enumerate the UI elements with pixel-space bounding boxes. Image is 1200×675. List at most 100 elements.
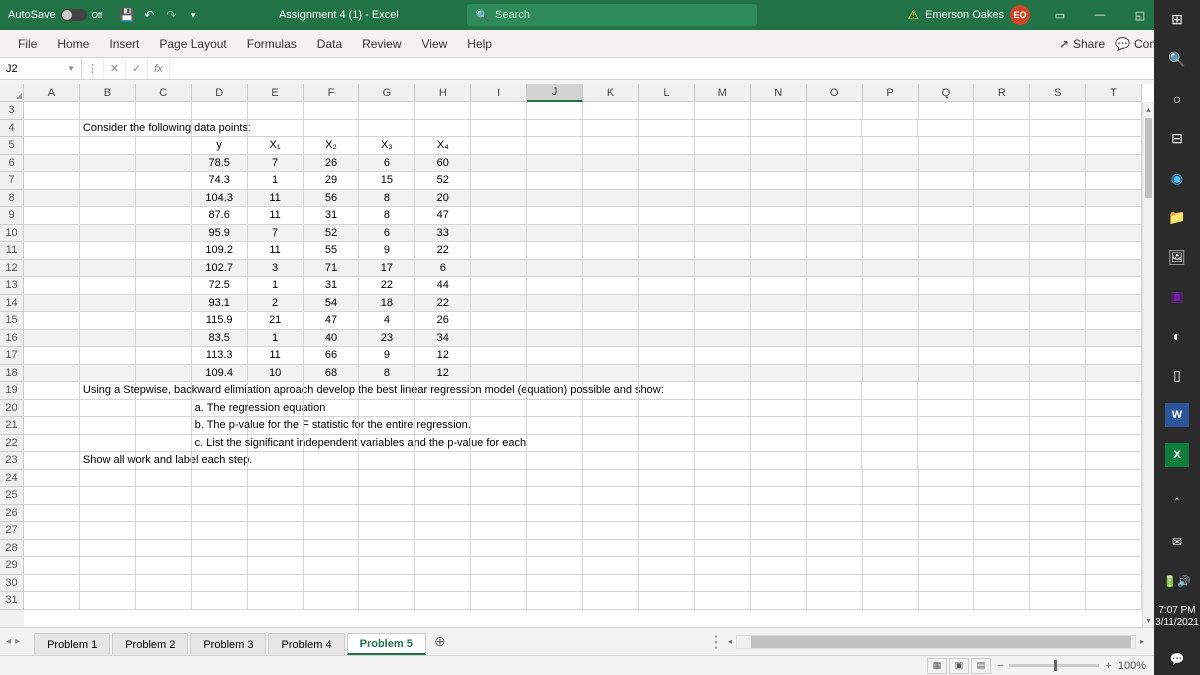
- cell-M22[interactable]: [695, 435, 751, 453]
- cell-R21[interactable]: [974, 417, 1030, 435]
- cell-G10[interactable]: 6: [359, 225, 415, 243]
- row-header-23[interactable]: 23: [0, 452, 24, 470]
- cortana-icon[interactable]: ○: [1161, 83, 1193, 115]
- cell-Q25[interactable]: [919, 487, 975, 505]
- row-header-22[interactable]: 22: [0, 435, 24, 453]
- ribbon-display-icon[interactable]: ▭: [1040, 0, 1080, 30]
- cell-T9[interactable]: [1086, 207, 1142, 225]
- cell-I20[interactable]: [471, 400, 527, 418]
- cell-G7[interactable]: 15: [359, 172, 415, 190]
- cell-S30[interactable]: [1030, 575, 1086, 593]
- cell-K13[interactable]: [583, 277, 639, 295]
- cell-T24[interactable]: [1086, 470, 1142, 488]
- cell-I9[interactable]: [471, 207, 527, 225]
- cell-C27[interactable]: [136, 522, 192, 540]
- autosave-toggle[interactable]: AutoSave Off: [0, 9, 110, 21]
- row-header-3[interactable]: 3: [0, 102, 24, 120]
- cell-K19[interactable]: [583, 382, 639, 400]
- chrome-icon[interactable]: ◐: [1161, 321, 1193, 353]
- scroll-left-icon[interactable]: ◂: [726, 637, 734, 646]
- row-header-13[interactable]: 13: [0, 277, 24, 295]
- cell-J20[interactable]: [527, 400, 583, 418]
- cell-C23[interactable]: [136, 452, 192, 470]
- ribbon-tab-help[interactable]: Help: [457, 30, 502, 57]
- cell-T18[interactable]: [1086, 365, 1142, 383]
- cell-O21[interactable]: [807, 417, 863, 435]
- cell-D20[interactable]: a. The regression equation: [192, 400, 248, 418]
- cell-Q16[interactable]: [919, 330, 975, 348]
- cell-P22[interactable]: [862, 435, 918, 453]
- cell-M9[interactable]: [695, 207, 751, 225]
- cell-J6[interactable]: [527, 155, 583, 173]
- cell-O8[interactable]: [807, 190, 863, 208]
- cell-P12[interactable]: [863, 260, 919, 278]
- cell-H14[interactable]: 22: [415, 295, 471, 313]
- cell-N19[interactable]: [751, 382, 807, 400]
- cell-D8[interactable]: 104.3: [192, 190, 248, 208]
- row-header-27[interactable]: 27: [0, 522, 24, 540]
- cell-M26[interactable]: [695, 505, 751, 523]
- cell-C4[interactable]: [136, 120, 192, 138]
- account-area[interactable]: ⚠ Emerson Oakes EO: [897, 5, 1040, 25]
- cell-C29[interactable]: [136, 557, 192, 575]
- cell-L27[interactable]: [639, 522, 695, 540]
- cell-M30[interactable]: [695, 575, 751, 593]
- cell-A23[interactable]: [24, 452, 80, 470]
- cell-P19[interactable]: [862, 382, 918, 400]
- cell-P11[interactable]: [863, 242, 919, 260]
- cell-O15[interactable]: [807, 312, 863, 330]
- cell-M7[interactable]: [695, 172, 751, 190]
- row-header-19[interactable]: 19: [0, 382, 24, 400]
- cell-I31[interactable]: [471, 592, 527, 610]
- cell-A27[interactable]: [24, 522, 80, 540]
- cell-F19[interactable]: [304, 382, 360, 400]
- cell-A4[interactable]: [24, 120, 80, 138]
- excel-icon[interactable]: X: [1161, 439, 1193, 471]
- cell-K6[interactable]: [583, 155, 639, 173]
- cell-D5[interactable]: y: [192, 137, 248, 155]
- cell-L22[interactable]: [639, 435, 695, 453]
- cell-C6[interactable]: [136, 155, 192, 173]
- cell-J27[interactable]: [527, 522, 583, 540]
- cell-Q24[interactable]: [919, 470, 975, 488]
- cell-A25[interactable]: [24, 487, 80, 505]
- name-box[interactable]: J2 ▼: [0, 58, 82, 79]
- page-break-icon[interactable]: ▤: [971, 658, 991, 674]
- row-header-11[interactable]: 11: [0, 242, 24, 260]
- task-app-icon[interactable]: ▯: [1161, 360, 1193, 392]
- cell-S3[interactable]: [1030, 102, 1086, 120]
- spreadsheet-grid[interactable]: ◢ ABCDEFGHIJKLMNOPQRST 34567891011121314…: [0, 84, 1154, 627]
- cell-I5[interactable]: [471, 137, 527, 155]
- cell-M24[interactable]: [695, 470, 751, 488]
- cell-K22[interactable]: [583, 435, 639, 453]
- col-header-M[interactable]: M: [695, 84, 751, 102]
- cell-Q12[interactable]: [919, 260, 975, 278]
- cell-Q13[interactable]: [919, 277, 975, 295]
- cell-Q29[interactable]: [919, 557, 975, 575]
- cell-L4[interactable]: [639, 120, 695, 138]
- cell-D31[interactable]: [192, 592, 248, 610]
- col-header-P[interactable]: P: [863, 84, 919, 102]
- cell-F22[interactable]: [304, 435, 360, 453]
- cell-C15[interactable]: [136, 312, 192, 330]
- cell-J4[interactable]: [527, 120, 583, 138]
- row-header-16[interactable]: 16: [0, 330, 24, 348]
- cell-N8[interactable]: [751, 190, 807, 208]
- cell-K20[interactable]: [583, 400, 639, 418]
- cell-H24[interactable]: [415, 470, 471, 488]
- cell-R11[interactable]: [974, 242, 1030, 260]
- add-sheet-button[interactable]: ⊕: [428, 633, 452, 650]
- cell-D28[interactable]: [192, 540, 248, 558]
- cell-J17[interactable]: [527, 347, 583, 365]
- cell-N31[interactable]: [751, 592, 807, 610]
- cell-I7[interactable]: [471, 172, 527, 190]
- row-header-26[interactable]: 26: [0, 505, 24, 523]
- cell-F14[interactable]: 54: [304, 295, 360, 313]
- edge-icon[interactable]: ◉: [1161, 162, 1193, 194]
- cell-N4[interactable]: [751, 120, 807, 138]
- cell-C19[interactable]: [136, 382, 192, 400]
- cell-A15[interactable]: [24, 312, 80, 330]
- battery-icon[interactable]: 🔋🔊: [1161, 566, 1193, 598]
- next-sheet-icon[interactable]: ▸: [15, 636, 20, 647]
- cell-E17[interactable]: 11: [248, 347, 304, 365]
